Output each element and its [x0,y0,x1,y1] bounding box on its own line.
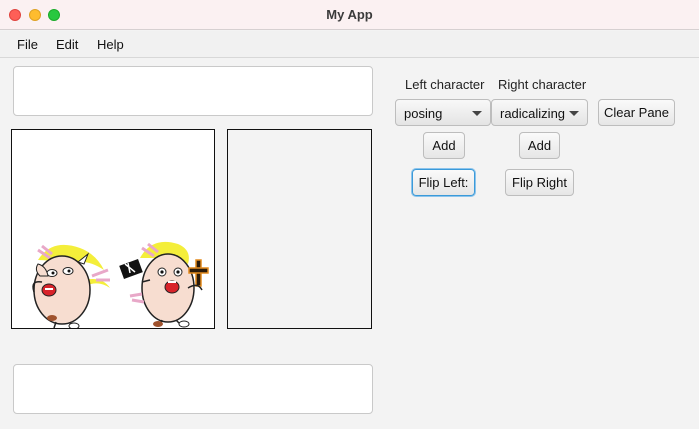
window-title: My App [326,7,373,22]
left-character-label: Left character [405,77,485,92]
menu-bar: File Edit Help [0,31,699,58]
left-character-select-value: posing [404,106,443,121]
chevron-down-icon [569,111,579,116]
title-bar: My App [0,0,699,30]
flip-left-button[interactable]: Flip Left: [412,169,475,196]
top-dialogue-textbox[interactable] [13,66,373,116]
add-left-button[interactable]: Add [423,132,465,159]
menu-file[interactable]: File [17,37,38,52]
menu-help[interactable]: Help [97,37,124,52]
chevron-down-icon [472,111,482,116]
right-comic-pane[interactable] [227,129,372,329]
left-comic-pane[interactable] [11,129,215,330]
flip-right-button[interactable]: Flip Right [505,169,574,196]
right-character-select-value: radicalizing [500,106,566,121]
right-character-label: Right character [498,77,587,92]
posing-character [32,244,110,330]
clear-pane-button[interactable]: Clear Pane [598,99,675,126]
add-right-button[interactable]: Add [519,132,560,159]
bottom-narration-textbox[interactable] [13,364,373,414]
left-character-select[interactable]: posing [395,99,491,126]
menu-edit[interactable]: Edit [56,37,78,52]
right-character-select[interactable]: radicalizing [491,99,588,126]
radicalizing-character [119,241,209,328]
